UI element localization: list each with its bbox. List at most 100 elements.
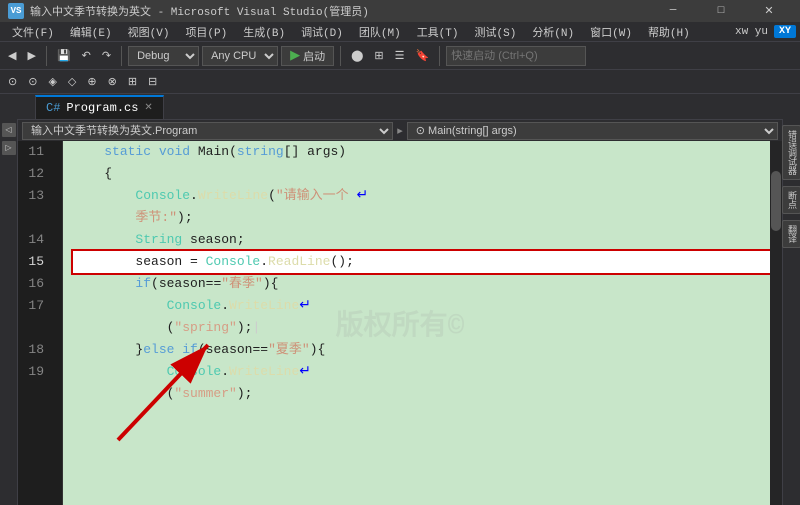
toolbar-save[interactable]: 💾 bbox=[53, 47, 75, 65]
separator-3 bbox=[340, 46, 341, 66]
toolbar2-btn6[interactable]: ⊗ bbox=[104, 73, 121, 91]
code-line-17b: ( "spring" ); | bbox=[73, 317, 772, 339]
right-panel: 错误调试器 断点 翻译 bbox=[782, 119, 800, 505]
toolbar-forward[interactable]: ▶ bbox=[23, 47, 39, 65]
close-button[interactable]: ✕ bbox=[746, 0, 792, 22]
menu-test[interactable]: 测试(S) bbox=[467, 22, 525, 42]
code-line-12: { bbox=[73, 163, 772, 185]
editor-container: 版权所有© 11 12 13 14 15 16 17 18 19 bbox=[18, 141, 782, 505]
tab-bar: C# Program.cs ✕ bbox=[0, 94, 800, 120]
arrow-icon-13: ↵ bbox=[356, 185, 368, 207]
toolbar2-btn4[interactable]: ◇ bbox=[64, 73, 80, 91]
menu-team[interactable]: 团队(M) bbox=[351, 22, 409, 42]
console-17: Console bbox=[167, 295, 222, 317]
toolbar-undo[interactable]: ↶ bbox=[78, 47, 95, 65]
toolbar-bookmark[interactable]: 🔖 bbox=[411, 47, 433, 65]
platform-select[interactable]: Any CPU x86 x64 bbox=[202, 46, 278, 66]
toolbar2-btn1[interactable]: ⊙ bbox=[4, 73, 21, 91]
window-title: 输入中文季节转换为英文 - Microsoft Visual Studio(管理… bbox=[30, 3, 369, 19]
tab-close-btn[interactable]: ✕ bbox=[144, 102, 152, 114]
line-numbers: 11 12 13 14 15 16 17 18 19 bbox=[18, 141, 63, 505]
panel-icon-1[interactable]: ◁ bbox=[2, 123, 16, 137]
line-num-14: 14 bbox=[18, 229, 52, 251]
menu-bar: 文件(F) 编辑(E) 视图(V) 项目(P) 生成(B) 调试(D) 团队(M… bbox=[0, 22, 800, 42]
line-num-11: 11 bbox=[18, 141, 52, 163]
kw-if: if bbox=[135, 273, 151, 295]
panel-icon-2[interactable]: ▷ bbox=[2, 141, 16, 155]
str-spring-cn: "春季" bbox=[221, 273, 263, 295]
toolbar2-btn5[interactable]: ⊕ bbox=[83, 73, 100, 91]
code-nav-bar: 输入中文季节转换为英文.Program ▸ ⊙ Main(string[] ar… bbox=[18, 120, 782, 142]
menu-tools[interactable]: 工具(T) bbox=[409, 22, 467, 42]
config-select[interactable]: Debug Release bbox=[128, 46, 199, 66]
code-line-14: String season; bbox=[73, 229, 772, 251]
arrow-icon-19: ↵ bbox=[299, 361, 311, 383]
quick-search[interactable] bbox=[446, 46, 586, 66]
line-num-15: 15 bbox=[18, 251, 52, 273]
kw-string: string bbox=[237, 141, 284, 163]
menu-edit[interactable]: 编辑(E) bbox=[62, 22, 120, 42]
str-summer-cn: "夏季" bbox=[268, 339, 310, 361]
toolbar2-btn7[interactable]: ⊞ bbox=[124, 73, 141, 91]
code-line-15: season = Console . ReadLine (); bbox=[73, 251, 772, 273]
toolbar-user-area: xw yu XY bbox=[735, 25, 796, 38]
separator-4 bbox=[439, 46, 440, 66]
method-readline: ReadLine bbox=[268, 251, 330, 273]
menu-window[interactable]: 窗口(W) bbox=[582, 22, 640, 42]
kw-static: static bbox=[104, 141, 151, 163]
method-select[interactable]: ⊙ Main(string[] args) bbox=[407, 122, 778, 140]
nav-arrow: ▸ bbox=[393, 124, 407, 138]
console-15: Console bbox=[206, 251, 261, 273]
toolbar2-btn3[interactable]: ◈ bbox=[44, 73, 60, 91]
toolbar-redo[interactable]: ↷ bbox=[98, 47, 115, 65]
toolbar2-btn8[interactable]: ⊟ bbox=[144, 73, 161, 91]
play-icon: ▶ bbox=[290, 48, 300, 63]
type-string: String bbox=[135, 229, 182, 251]
line-num-17b bbox=[18, 317, 52, 339]
line-num-19: 19 bbox=[18, 361, 52, 383]
menu-analyze[interactable]: 分析(N) bbox=[524, 22, 582, 42]
code-line-16: if (season== "春季" ){ bbox=[73, 273, 772, 295]
toolbar-more2[interactable]: ☰ bbox=[391, 47, 409, 65]
indent-11 bbox=[73, 141, 104, 163]
scrollbar[interactable] bbox=[770, 141, 782, 505]
code-line-13: Console . WriteLine ( "请输入一个 ↵ bbox=[73, 185, 772, 207]
console-19: Console bbox=[167, 361, 222, 383]
method-writeline-19: WriteLine bbox=[229, 361, 299, 383]
menu-debug[interactable]: 调试(D) bbox=[293, 22, 351, 42]
menu-view[interactable]: 视图(V) bbox=[120, 22, 178, 42]
run-button[interactable]: ▶ 启动 bbox=[281, 46, 334, 66]
title-bar-left: VS 输入中文季节转换为英文 - Microsoft Visual Studio… bbox=[8, 3, 369, 19]
separator-1 bbox=[46, 46, 47, 66]
menu-help[interactable]: 帮助(H) bbox=[640, 22, 698, 42]
arrow-icon-17: ↵ bbox=[299, 295, 311, 317]
vs-icon: VS bbox=[8, 3, 24, 19]
line-num-18: 18 bbox=[18, 339, 52, 361]
tab-program-cs[interactable]: C# Program.cs ✕ bbox=[35, 95, 164, 119]
scroll-thumb[interactable] bbox=[771, 171, 781, 231]
right-panel-errors[interactable]: 错误调试器 bbox=[782, 125, 800, 180]
namespace-select[interactable]: 输入中文季节转换为英文.Program bbox=[22, 122, 393, 140]
code-content[interactable]: static void Main( string [] args) { Cons… bbox=[63, 141, 782, 505]
menu-project[interactable]: 项目(P) bbox=[177, 22, 235, 42]
kw-void: void bbox=[159, 141, 190, 163]
code-line-13b: 季节:" ); bbox=[73, 207, 772, 229]
line-num-16: 16 bbox=[18, 273, 52, 295]
menu-build[interactable]: 生成(B) bbox=[235, 22, 293, 42]
toolbar2-btn2[interactable]: ⊙ bbox=[24, 73, 41, 91]
toolbar-more1[interactable]: ⊞ bbox=[370, 47, 387, 65]
toolbar-back[interactable]: ◀ bbox=[4, 47, 20, 65]
right-panel-breakpoints[interactable]: 断点 bbox=[782, 186, 800, 214]
maximize-button[interactable]: □ bbox=[698, 0, 744, 22]
line-num-13: 13 bbox=[18, 185, 52, 207]
right-panel-translate[interactable]: 翻译 bbox=[782, 220, 800, 248]
toolbar-breakpoint[interactable]: ⬤ bbox=[347, 47, 367, 65]
code-line-18: } else if (season== "夏季" ){ bbox=[73, 339, 772, 361]
left-panel: ◁ ▷ bbox=[0, 119, 18, 505]
minimize-button[interactable]: ─ bbox=[650, 0, 696, 22]
window-controls[interactable]: ─ □ ✕ bbox=[650, 0, 792, 22]
code-line-17: Console . WriteLine ↵ bbox=[73, 295, 772, 317]
menu-file[interactable]: 文件(F) bbox=[4, 22, 62, 42]
editor-area[interactable]: 版权所有© 11 12 13 14 15 16 17 18 19 bbox=[18, 141, 782, 505]
run-label: 启动 bbox=[303, 48, 325, 64]
